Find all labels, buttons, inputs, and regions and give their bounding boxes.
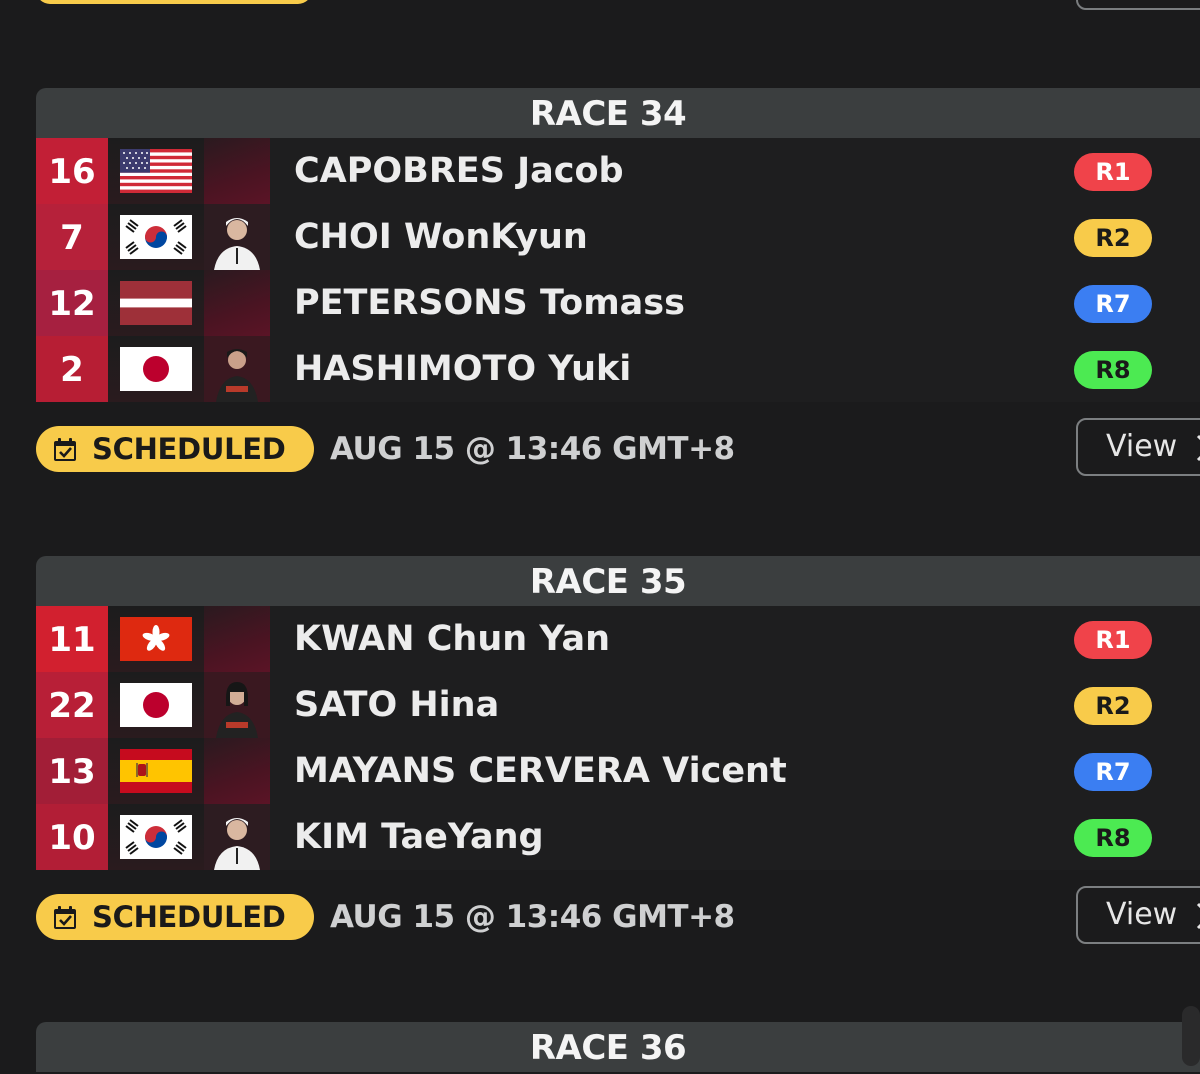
race-title: RACE 35: [36, 556, 1200, 606]
driver-avatar-icon: [204, 204, 270, 270]
race-card: RACE 34 16 CAPOBRES Jacob R1 7 CHOI WonK…: [36, 88, 1200, 500]
row-badge: R8: [1074, 819, 1152, 857]
driver-photo-placeholder: [204, 138, 270, 204]
driver-photo: [204, 336, 270, 402]
driver-photo-placeholder: [204, 606, 270, 672]
entry-row[interactable]: 13 MAYANS CERVERA Vicent R7: [36, 738, 1200, 804]
entry-number: 11: [36, 606, 108, 672]
chevron-right-icon: [1196, 434, 1200, 462]
driver-avatar-icon: [204, 336, 270, 402]
driver-name: SATO Hina: [294, 685, 500, 725]
driver-photo-placeholder: [204, 738, 270, 804]
flag-cell: [108, 738, 204, 804]
driver-name: HASHIMOTO Yuki: [294, 349, 632, 389]
scheduled-label: SCHEDULED: [92, 900, 286, 934]
hong-kong-flag: [120, 617, 192, 661]
entry-number: 12: [36, 270, 108, 336]
entry-number: 7: [36, 204, 108, 270]
driver-photo-placeholder: [204, 270, 270, 336]
japan-flag: [120, 683, 192, 727]
driver-avatar-icon: [204, 672, 270, 738]
entry-number: 2: [36, 336, 108, 402]
view-button[interactable]: View: [1076, 418, 1200, 476]
chevron-right-icon: [1196, 902, 1200, 930]
calendar-check-icon: [54, 438, 76, 461]
row-badge: R8: [1074, 351, 1152, 389]
driver-name: CAPOBRES Jacob: [294, 151, 624, 191]
race-title: RACE 36: [36, 1022, 1200, 1072]
driver-photo: [204, 804, 270, 870]
scheduled-label: SCHEDULED: [92, 432, 286, 466]
row-badge: R2: [1074, 687, 1152, 725]
korea-flag: [120, 215, 192, 259]
latvia-flag: [120, 281, 192, 325]
scheduled-badge: SCHEDULED: [36, 426, 314, 472]
driver-name: MAYANS CERVERA Vicent: [294, 751, 787, 791]
row-badge: R7: [1074, 753, 1152, 791]
driver-avatar-icon: [204, 804, 270, 870]
driver-photo: [204, 204, 270, 270]
usa-flag: [120, 149, 192, 193]
row-badge: R2: [1074, 219, 1152, 257]
view-label: View: [1106, 897, 1178, 932]
flag-cell: [108, 606, 204, 672]
entry-list: 16 CAPOBRES Jacob R1 7 CHOI WonKyun R2 1…: [36, 138, 1200, 402]
row-badge: R1: [1074, 621, 1152, 659]
entry-number: 16: [36, 138, 108, 204]
entry-row[interactable]: 22 SATO Hina R2: [36, 672, 1200, 738]
spain-flag: [120, 749, 192, 793]
entry-number: 22: [36, 672, 108, 738]
race-time: AUG 15 @ 13:46 GMT+8: [330, 431, 735, 467]
entry-row[interactable]: 12 PETERSONS Tomass R7: [36, 270, 1200, 336]
race-time: AUG 15 @ 13:46 GMT+8: [330, 899, 735, 935]
entry-row[interactable]: 10 KIM TaeYang R8: [36, 804, 1200, 870]
driver-name: KWAN Chun Yan: [294, 619, 611, 659]
race-title: RACE 34: [36, 88, 1200, 138]
driver-name: KIM TaeYang: [294, 817, 544, 857]
race-card: RACE 36: [36, 1022, 1200, 1072]
race-card: RACE 35 11 KWAN Chun Yan R1 22 SATO Hina…: [36, 556, 1200, 968]
flag-cell: [108, 336, 204, 402]
driver-name: CHOI WonKyun: [294, 217, 588, 257]
view-button[interactable]: View: [1076, 886, 1200, 944]
entry-number: 10: [36, 804, 108, 870]
entry-row[interactable]: 16 CAPOBRES Jacob R1: [36, 138, 1200, 204]
japan-flag: [120, 347, 192, 391]
flag-cell: [108, 270, 204, 336]
flag-cell: [108, 804, 204, 870]
entry-list: 11 KWAN Chun Yan R1 22 SATO Hina R2 13 M…: [36, 606, 1200, 870]
driver-photo: [204, 672, 270, 738]
korea-flag: [120, 815, 192, 859]
view-label: View: [1106, 429, 1178, 464]
scheduled-badge: SCHEDULED: [36, 894, 314, 940]
previous-scheduled-badge: [36, 0, 312, 4]
entry-number: 13: [36, 738, 108, 804]
previous-view-button[interactable]: [1076, 0, 1200, 10]
flag-cell: [108, 204, 204, 270]
flag-cell: [108, 138, 204, 204]
scrollbar-thumb[interactable]: [1182, 1006, 1200, 1066]
flag-cell: [108, 672, 204, 738]
race-footer: SCHEDULED AUG 15 @ 13:46 GMT+8 View: [36, 870, 1200, 968]
driver-name: PETERSONS Tomass: [294, 283, 685, 323]
row-badge: R1: [1074, 153, 1152, 191]
entry-row[interactable]: 7 CHOI WonKyun R2: [36, 204, 1200, 270]
entry-row[interactable]: 11 KWAN Chun Yan R1: [36, 606, 1200, 672]
calendar-check-icon: [54, 906, 76, 929]
race-footer: SCHEDULED AUG 15 @ 13:46 GMT+8 View: [36, 402, 1200, 500]
entry-row[interactable]: 2 HASHIMOTO Yuki R8: [36, 336, 1200, 402]
row-badge: R7: [1074, 285, 1152, 323]
